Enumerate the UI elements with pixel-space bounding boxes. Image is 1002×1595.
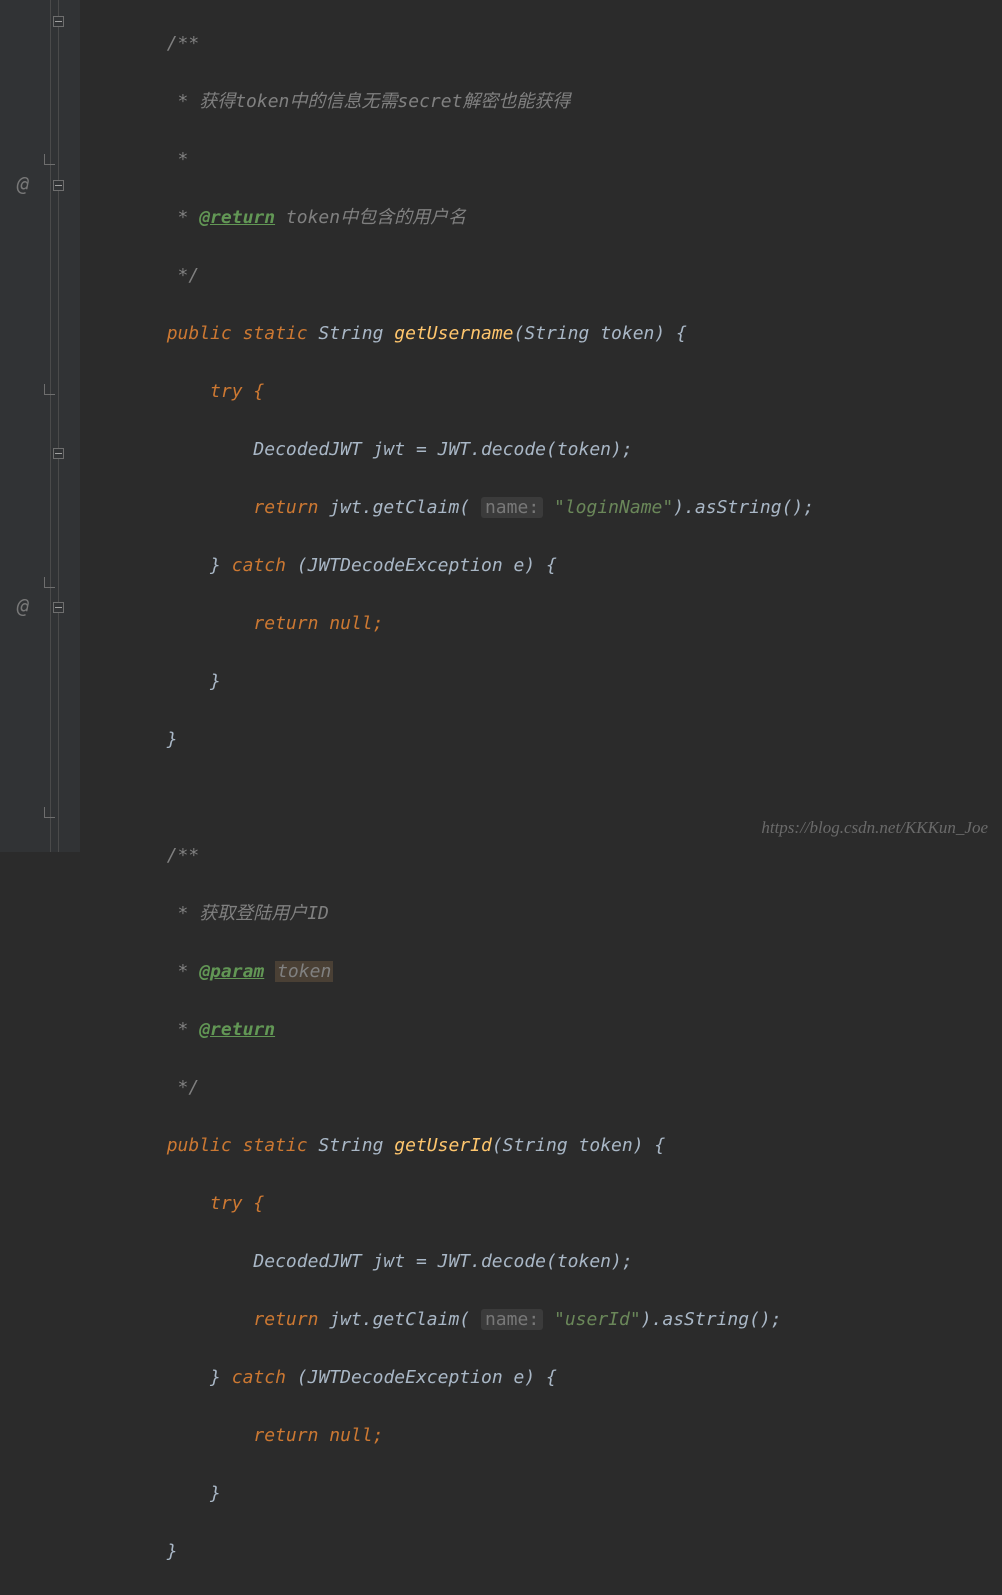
javadoc-line: * [167, 207, 200, 228]
method-params: (String token) { [514, 323, 687, 344]
kw-catch: catch [232, 1367, 297, 1388]
param-hint: name: [481, 1309, 543, 1330]
kw-try: try { [210, 381, 264, 402]
javadoc-line: * 获得token中的信息无需secret解密也能获得 [167, 91, 571, 112]
code-area[interactable]: /** * 获得token中的信息无需secret解密也能获得 * * @ret… [80, 0, 1002, 1595]
param-hint: name: [481, 497, 543, 518]
kw-return: return [253, 1309, 329, 1330]
watermark: https://blog.csdn.net/KKKun_Joe [761, 813, 988, 842]
brace-close: } [167, 1541, 178, 1562]
return-type: String [318, 323, 394, 344]
javadoc-return-tag: @return [199, 207, 275, 228]
javadoc-param-tag: @param [199, 961, 264, 982]
javadoc-param-name: token [275, 961, 333, 982]
kw-catch: catch [232, 555, 297, 576]
code-text: ).asString(); [641, 1309, 782, 1330]
gutter: @ @ [0, 0, 80, 852]
kw-public: public [167, 1135, 243, 1156]
javadoc-text: token中包含的用户名 [275, 207, 466, 228]
javadoc-open: /** [167, 33, 200, 54]
javadoc-line: * [167, 961, 200, 982]
code-text: (token); [546, 439, 633, 460]
catch-params: (JWTDecodeException e) { [297, 555, 557, 576]
code-text: ).asString(); [673, 497, 814, 518]
javadoc-return-tag: @return [199, 1019, 275, 1040]
fold-end[interactable] [44, 577, 55, 588]
method-params: (String token) { [492, 1135, 665, 1156]
code-text: DecodedJWT jwt = JWT. [253, 1251, 481, 1272]
kw-return-null: return null; [253, 613, 383, 634]
static-call: decode [481, 1251, 546, 1272]
javadoc-line: * 获取登陆用户ID [167, 903, 329, 924]
fold-end[interactable] [44, 154, 55, 165]
kw-return-null: return null; [253, 1425, 383, 1446]
string-literal: "loginName" [554, 497, 673, 518]
method-name: getUserId [394, 1135, 492, 1156]
fold-end[interactable] [44, 384, 55, 395]
fold-marker[interactable] [53, 448, 64, 459]
code-text: jwt.getClaim( [329, 1309, 481, 1330]
kw-static: static [243, 323, 319, 344]
code-text: DecodedJWT jwt = JWT. [253, 439, 481, 460]
javadoc-line: * [167, 149, 189, 170]
fold-marker[interactable] [53, 180, 64, 191]
method-name: getUsername [394, 323, 513, 344]
kw-return: return [253, 497, 329, 518]
javadoc-close: */ [167, 265, 200, 286]
brace: } [210, 1367, 232, 1388]
javadoc-line: * [167, 1019, 200, 1040]
static-call: decode [481, 439, 546, 460]
catch-params: (JWTDecodeException e) { [297, 1367, 557, 1388]
fold-marker[interactable] [53, 16, 64, 27]
brace-close: } [210, 1483, 221, 1504]
gutter-override-icon[interactable]: @ [17, 592, 29, 621]
kw-public: public [167, 323, 243, 344]
javadoc-open: /** [167, 845, 200, 866]
kw-try: try { [210, 1193, 264, 1214]
gutter-override-icon[interactable]: @ [17, 170, 29, 199]
fold-marker[interactable] [53, 602, 64, 613]
javadoc-close: */ [167, 1077, 200, 1098]
code-text: (token); [546, 1251, 633, 1272]
brace: } [210, 555, 232, 576]
kw-static: static [243, 1135, 319, 1156]
brace-close: } [210, 671, 221, 692]
string-literal: "userId" [554, 1309, 641, 1330]
code-text: jwt.getClaim( [329, 497, 481, 518]
brace-close: } [167, 729, 178, 750]
fold-end[interactable] [44, 807, 55, 818]
return-type: String [318, 1135, 394, 1156]
